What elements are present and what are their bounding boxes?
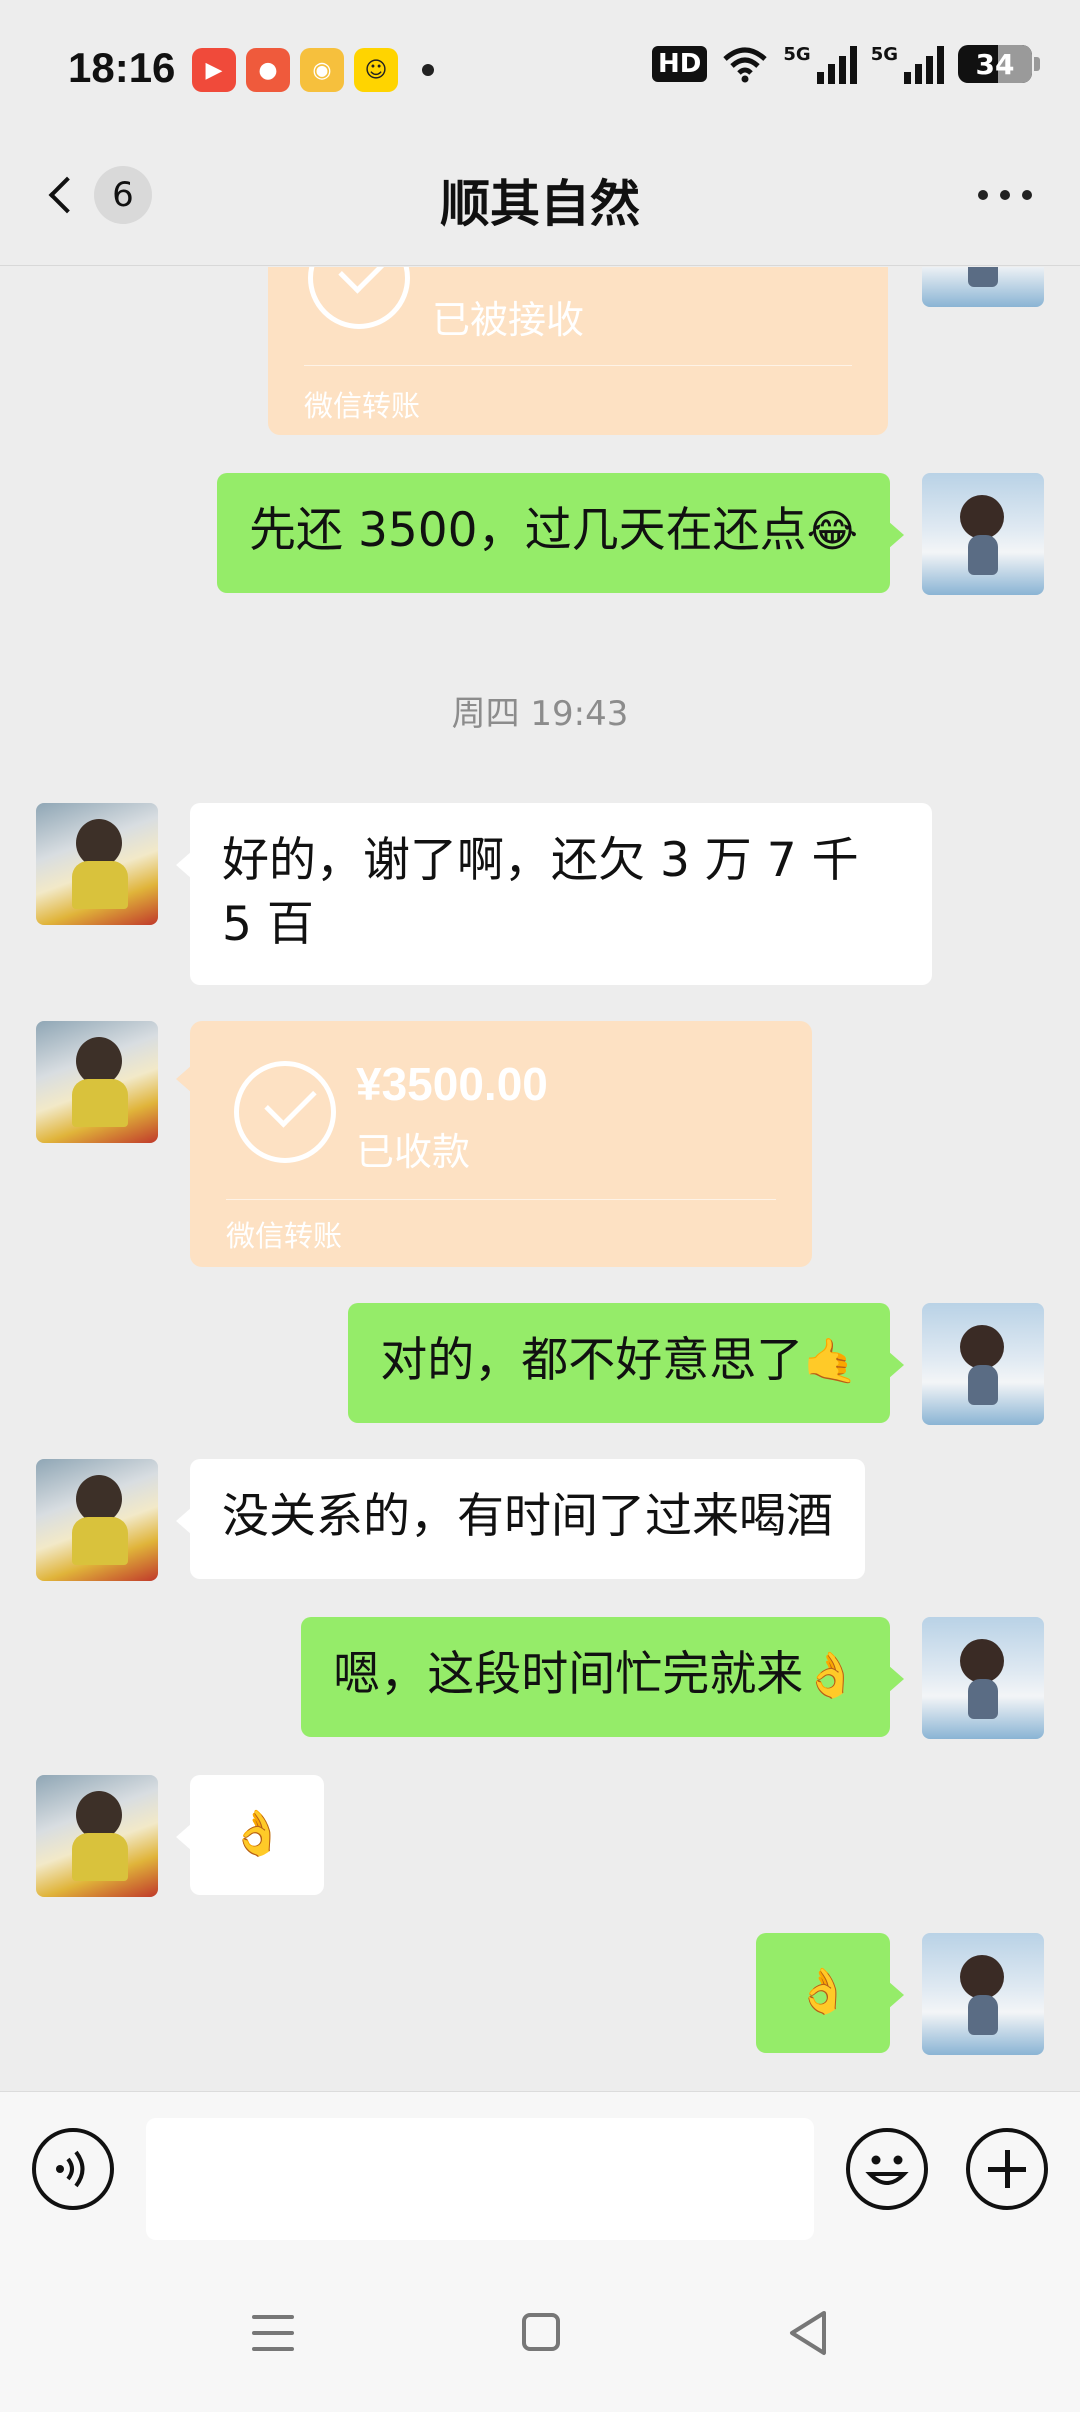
emoji-button[interactable] bbox=[846, 2128, 928, 2210]
transfer-amount: ¥3500.00 bbox=[356, 1058, 548, 1110]
weibo-icon: ◉ bbox=[300, 48, 344, 92]
red-app-icon: ● bbox=[246, 48, 290, 92]
signal-icon-1: 5G bbox=[783, 44, 857, 84]
more-notifications-dot bbox=[422, 64, 434, 76]
message-text: 嗯，这段时间忙完就来 bbox=[333, 1647, 804, 1702]
self-avatar[interactable] bbox=[922, 1933, 1044, 2055]
transfer-divider bbox=[304, 365, 852, 366]
check-circle-icon bbox=[234, 1061, 336, 1163]
ok-hand-emoji-icon: 👌 bbox=[803, 1650, 858, 1701]
smiley-icon bbox=[865, 2155, 909, 2185]
message-text-line1: 好的，谢了啊，还欠 3 万 7 千 bbox=[222, 833, 859, 888]
battery-icon: 34 bbox=[958, 45, 1040, 83]
message-bubble-self[interactable]: 👌 bbox=[756, 1933, 904, 2053]
check-circle-icon bbox=[308, 267, 410, 329]
contact-avatar[interactable] bbox=[36, 803, 158, 925]
message-text: 没关系的，有时间了过来喝酒 bbox=[222, 1489, 833, 1544]
contact-avatar[interactable] bbox=[36, 1775, 158, 1897]
yellow-app-icon: ☺ bbox=[354, 48, 398, 92]
message-input[interactable] bbox=[146, 2118, 814, 2240]
prev-transfer-status: 已被接收 bbox=[432, 298, 585, 342]
self-avatar[interactable] bbox=[922, 1617, 1044, 1739]
recent-apps-button[interactable] bbox=[252, 2315, 294, 2351]
battery-level: 34 bbox=[975, 47, 1015, 81]
self-avatar[interactable] bbox=[922, 1303, 1044, 1425]
contact-avatar[interactable] bbox=[36, 1459, 158, 1581]
status-time: 18:16 bbox=[68, 44, 176, 91]
more-options-button[interactable] bbox=[978, 190, 1032, 200]
signal-icon-2: 5G bbox=[871, 44, 944, 84]
more-functions-button[interactable] bbox=[966, 2128, 1048, 2210]
prev-transfer-label: 微信转账 bbox=[304, 389, 421, 423]
chat-title: 顺其自然 bbox=[440, 175, 640, 233]
system-indicators: HD 5G 5G 34 bbox=[652, 44, 1040, 84]
message-timestamp: 周四 19:43 bbox=[451, 694, 629, 734]
more-dots-icon bbox=[978, 190, 988, 200]
message-text-line2: 5 百 bbox=[222, 897, 314, 952]
message-bubble-other[interactable]: 没关系的，有时间了过来喝酒 bbox=[176, 1459, 865, 1579]
transfer-label: 微信转账 bbox=[226, 1219, 343, 1253]
contact-avatar[interactable] bbox=[36, 1021, 158, 1143]
crying-laughing-emoji-icon: 😂 bbox=[806, 506, 858, 557]
home-button[interactable] bbox=[522, 2313, 560, 2351]
message-bubble-self[interactable]: 嗯，这段时间忙完就来👌 bbox=[301, 1617, 904, 1737]
wifi-icon bbox=[723, 47, 768, 83]
self-avatar[interactable] bbox=[922, 267, 1044, 307]
self-avatar[interactable] bbox=[922, 473, 1044, 595]
message-text: 对的，都不好意思了 bbox=[380, 1333, 804, 1388]
transfer-status: 已收款 bbox=[356, 1130, 471, 1174]
message-bubble-self[interactable]: 对的，都不好意思了🤙 bbox=[348, 1303, 904, 1423]
prev-transfer-amount: ¥3500.00 bbox=[432, 267, 624, 275]
system-nav-bar bbox=[0, 2241, 1080, 2412]
transfer-card[interactable]: ¥3500.00 已收款 微信转账 bbox=[176, 1021, 812, 1267]
transfer-divider bbox=[226, 1199, 776, 1200]
notification-icons: ▶ ● ◉ ☺ bbox=[192, 48, 434, 92]
message-bubble-other[interactable]: 好的，谢了啊，还欠 3 万 7 千 5 百 bbox=[176, 803, 932, 985]
hand-gesture-emoji-icon: 🤙 bbox=[803, 1336, 858, 1387]
hd-icon: HD bbox=[652, 46, 708, 82]
video-app-icon: ▶ bbox=[192, 48, 236, 92]
prev-transfer-card[interactable]: ¥3500.00 已被接收 微信转账 bbox=[268, 267, 888, 435]
status-bar: 18:16 ▶ ● ◉ ☺ HD 5G 5G 34 bbox=[0, 0, 1080, 130]
ok-hand-emoji-icon: 👌 bbox=[795, 1966, 851, 2017]
message-list[interactable]: ¥3500.00 已被接收 微信转账 先还 3500，过几天在还点😂 周四 19… bbox=[0, 267, 1080, 2091]
message-text: 先还 3500，过几天在还点 bbox=[249, 503, 807, 558]
voice-icon bbox=[56, 2150, 85, 2188]
chat-header: 6 顺其自然 bbox=[0, 130, 1080, 266]
voice-input-button[interactable] bbox=[32, 2128, 114, 2210]
triangle-back-icon bbox=[790, 2311, 826, 2355]
input-bar bbox=[0, 2091, 1080, 2241]
ok-hand-emoji-icon: 👌 bbox=[229, 1808, 285, 1859]
message-bubble-self[interactable]: 先还 3500，过几天在还点😂 bbox=[217, 473, 904, 593]
message-bubble-other[interactable]: 👌 bbox=[176, 1775, 324, 1895]
